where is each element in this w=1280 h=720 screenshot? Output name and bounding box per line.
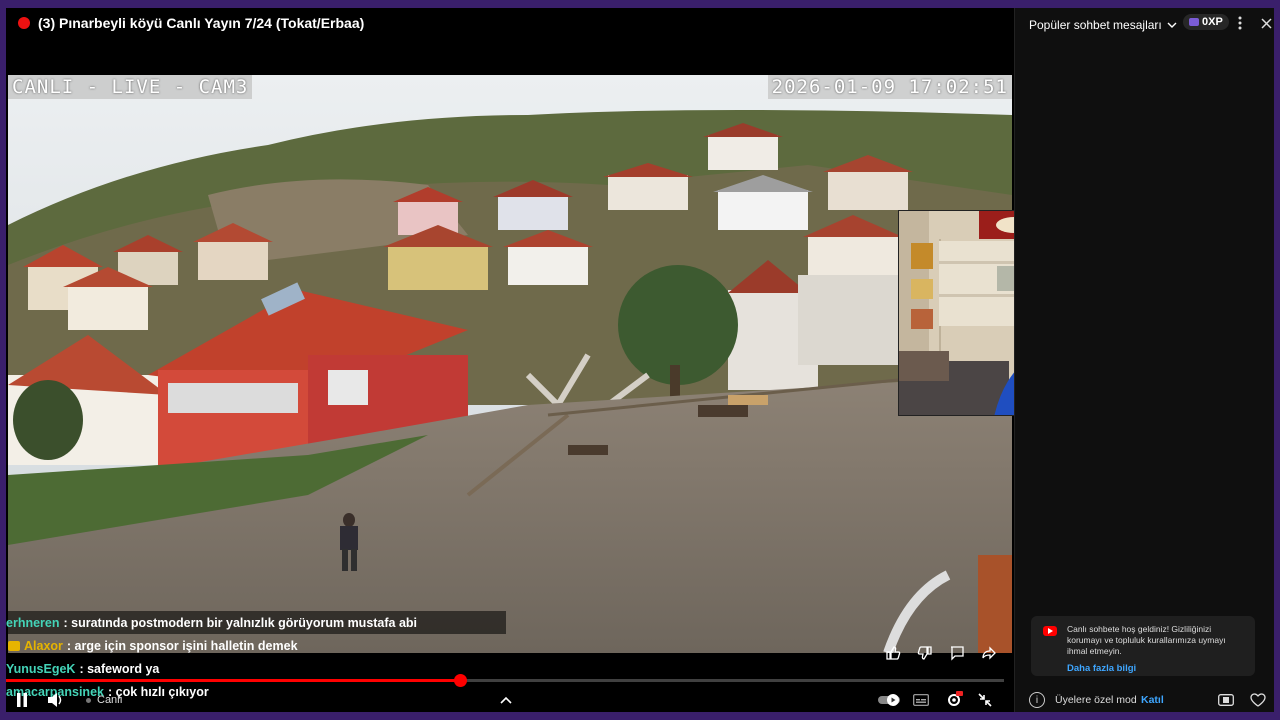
- player-controls: Canlı: [6, 688, 1014, 712]
- video-actions: [884, 644, 998, 662]
- pause-icon[interactable]: [14, 690, 30, 710]
- overlay-chat-message: Alaxor : arge için sponsor işini halleti…: [6, 634, 306, 657]
- chat-footer: i Üyelere özel mod Katıl: [1015, 688, 1275, 712]
- live-label: Canlı: [97, 694, 123, 706]
- camera-feed: [8, 75, 1012, 653]
- youtube-icon: [1043, 626, 1057, 636]
- chat-text: : suratında postmodern bir yalnızlık gör…: [63, 615, 418, 630]
- live-dot-icon: [86, 697, 91, 703]
- autoplay-toggle[interactable]: [878, 690, 900, 710]
- chat-username: erhneren: [6, 615, 60, 630]
- learn-more-link[interactable]: Daha fazla bilgi: [1067, 663, 1245, 674]
- progress-bar[interactable]: [6, 674, 1004, 687]
- overlay-chat-message: YunusEgeK : safeword ya: [6, 657, 160, 680]
- subtitles-icon[interactable]: [912, 690, 930, 710]
- progress-scrubber[interactable]: [454, 674, 468, 687]
- member-badge-icon: [8, 640, 20, 651]
- video-player[interactable]: (3) Pınarbeyli köyü Canlı Yayın 7/24 (To…: [6, 8, 1014, 712]
- close-icon[interactable]: [1257, 14, 1275, 32]
- overlay-chat-message: erhneren : suratında postmodern bir yaln…: [6, 611, 506, 634]
- chevron-down-icon[interactable]: [1167, 20, 1177, 31]
- chevron-up-icon[interactable]: [498, 690, 514, 710]
- xp-label: 0XP: [1202, 16, 1223, 28]
- video-title: (3) Pınarbeyli köyü Canlı Yayın 7/24 (To…: [38, 15, 365, 31]
- volume-icon[interactable]: [46, 690, 66, 710]
- chat-username: YunusEgeK: [6, 661, 76, 676]
- chat-username: Alaxor: [24, 638, 63, 653]
- progress-fill: [6, 679, 461, 682]
- exit-fullscreen-icon[interactable]: [976, 690, 994, 710]
- live-status[interactable]: Canlı: [86, 690, 123, 710]
- live-indicator-icon: [18, 17, 30, 29]
- welcome-message: Canlı sohbete hoş geldiniz! Gizliliğiniz…: [1067, 624, 1226, 656]
- super-chat-icon[interactable]: [1217, 692, 1235, 708]
- dislike-icon[interactable]: [916, 644, 934, 662]
- xp-badge[interactable]: 0XP: [1183, 14, 1229, 30]
- share-icon[interactable]: [980, 644, 998, 662]
- comment-icon[interactable]: [948, 644, 966, 662]
- chat-mode-title[interactable]: Popüler sohbet mesajları: [1029, 18, 1162, 32]
- heart-icon[interactable]: [1249, 692, 1267, 708]
- chat-text: : arge için sponsor işini halletin demek: [66, 638, 298, 653]
- chat-text: : safeword ya: [79, 661, 160, 676]
- streamer-webcam: [898, 210, 1014, 416]
- gem-icon: [1189, 18, 1199, 26]
- camera-label: CANLI - LIVE - CAM3: [8, 75, 253, 99]
- app-frame: (3) Pınarbeyli köyü Canlı Yayın 7/24 (To…: [6, 8, 1274, 712]
- live-chat-panel: Popüler sohbet mesajları 0XP Canlı sohbe…: [1014, 8, 1274, 712]
- info-icon[interactable]: i: [1029, 692, 1045, 708]
- like-icon[interactable]: [884, 644, 902, 662]
- camera-timestamp: 2026-01-09 17:02:51: [767, 75, 1012, 99]
- more-vert-icon[interactable]: [1231, 14, 1249, 32]
- chat-welcome-card: Canlı sohbete hoş geldiniz! Gizliliğiniz…: [1031, 616, 1255, 676]
- members-only-mode: Üyelere özel mod: [1055, 694, 1137, 706]
- join-button[interactable]: Katıl: [1141, 694, 1164, 706]
- settings-gear-icon[interactable]: [944, 690, 964, 710]
- video-title-bar: (3) Pınarbeyli köyü Canlı Yayın 7/24 (To…: [6, 8, 1014, 38]
